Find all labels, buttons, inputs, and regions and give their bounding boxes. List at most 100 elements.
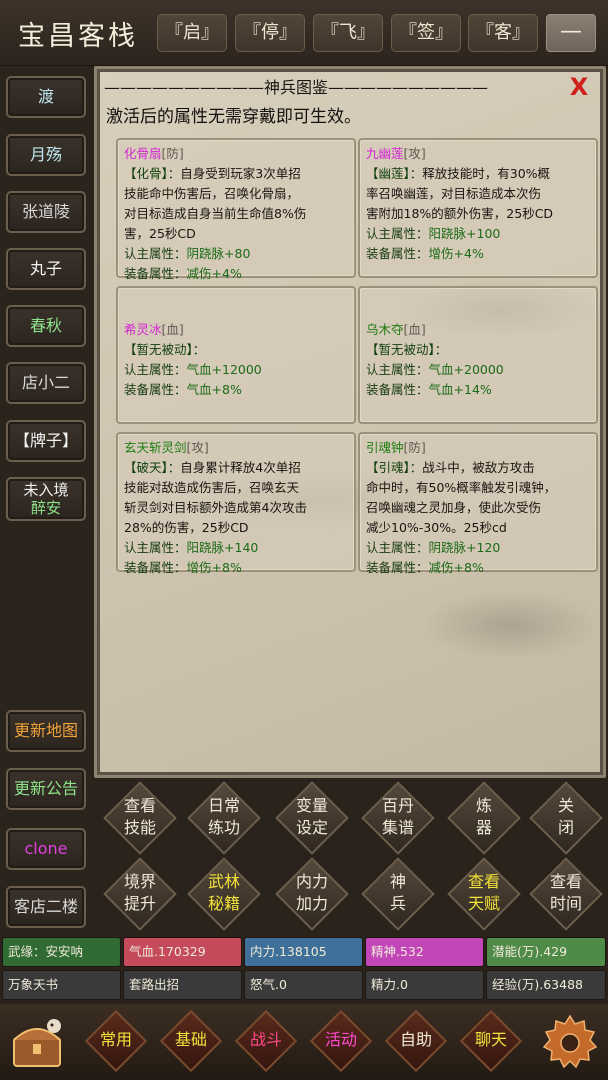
- attr-value: 阳跷脉+140: [186, 540, 259, 555]
- inner-power-stat: 内力.138105: [244, 937, 363, 967]
- nav-label: 聊天: [474, 1030, 507, 1049]
- spirit-stat: 精神.532: [365, 937, 484, 967]
- menu-label: 器: [475, 818, 492, 837]
- minimize-button[interactable]: —: [546, 14, 596, 52]
- attr-value: 增伤+8%: [186, 560, 242, 575]
- skill-desc: 28%的伤害，25秒CD: [124, 520, 249, 535]
- sidebar-item-yueshang[interactable]: 月殇: [6, 134, 86, 176]
- close-menu-button[interactable]: 关闭: [529, 781, 603, 855]
- menu-label: 技能: [123, 818, 156, 837]
- potential-stat: 潜能(万).429: [486, 937, 606, 967]
- update-notice-button[interactable]: 更新公告: [6, 768, 86, 810]
- forge-button[interactable]: 炼器: [447, 781, 521, 855]
- nav-chat-button[interactable]: 聊天: [459, 1009, 523, 1073]
- nav-battle-button[interactable]: 战斗: [234, 1009, 298, 1073]
- attr-label: 装备属性：: [366, 560, 429, 575]
- inn-second-floor-button[interactable]: 客店二楼: [6, 886, 86, 928]
- weapon-type: [防]: [161, 146, 184, 161]
- weapon-card[interactable]: 化骨扇[防] 【化骨】：自身受到玩家3次单招 技能命中伤害后，召唤化骨扇， 对目…: [116, 138, 356, 281]
- weapon-name: 化骨扇: [124, 146, 162, 161]
- gear-icon[interactable]: [538, 1010, 602, 1074]
- weapon-card[interactable]: 九幽莲[攻] 【幽莲】：释放技能时，有30%概 率召唤幽莲，对目标造成本次伤 害…: [358, 138, 598, 278]
- sidebar-item-zuian[interactable]: 未入境 醉安: [6, 477, 86, 521]
- sign-in-button[interactable]: 『签』: [391, 14, 461, 52]
- sidebar-item-dianxiaoer[interactable]: 店小二: [6, 362, 86, 404]
- attr-label: 认主属性：: [366, 226, 429, 241]
- view-skills-button[interactable]: 查看 技能: [103, 781, 177, 855]
- nav-basic-button[interactable]: 基础: [159, 1009, 223, 1073]
- weapon-card[interactable]: 希灵冰[血] 【暂无被动】： 认主属性：气血+12000 装备属性：气血+8%: [116, 286, 356, 424]
- skill-desc: 命中时，有50%概率触发引魂钟，: [366, 480, 557, 495]
- skill-desc: 斩灵剑对目标额外造成第4次攻击: [124, 500, 307, 515]
- sidebar-item-zhangdaoling[interactable]: 张道陵: [6, 191, 86, 233]
- close-icon[interactable]: X: [566, 74, 592, 100]
- menu-label: 天赋: [467, 894, 500, 913]
- stop-button[interactable]: 『停』: [235, 14, 305, 52]
- start-button[interactable]: 『启』: [157, 14, 227, 52]
- wanxiang-tianshu-button[interactable]: 万象天书: [2, 970, 121, 1000]
- weapon-type: [攻]: [186, 440, 209, 455]
- menu-label: 关: [557, 796, 574, 815]
- guest-button[interactable]: 『客』: [468, 14, 538, 52]
- skill-desc: 害，25秒CD: [124, 226, 196, 241]
- menu-label: 兵: [389, 894, 406, 913]
- sidebar-item-chunqiu[interactable]: 春秋: [6, 305, 86, 347]
- treasure-chest-icon[interactable]: [6, 1010, 68, 1074]
- attr-label: 认主属性：: [124, 362, 187, 377]
- menu-label: 内力: [295, 872, 328, 891]
- sidebar-item-du[interactable]: 渡: [6, 76, 86, 118]
- combo-attack-button[interactable]: 套路出招: [123, 970, 242, 1000]
- variable-settings-button[interactable]: 变量 设定: [275, 781, 349, 855]
- attr-label: 装备属性：: [366, 382, 429, 397]
- nav-self-service-button[interactable]: 自助: [384, 1009, 448, 1073]
- menu-label: 秘籍: [207, 894, 240, 913]
- inner-power-button[interactable]: 内力 加力: [275, 857, 349, 931]
- nav-common-button[interactable]: 常用: [84, 1009, 148, 1073]
- menu-label: 神: [389, 872, 406, 891]
- view-time-button[interactable]: 查看 时间: [529, 857, 603, 931]
- divine-weapon-button[interactable]: 神兵: [361, 857, 435, 931]
- clone-button[interactable]: clone: [6, 828, 86, 870]
- nav-label: 战斗: [249, 1030, 282, 1049]
- attr-label: 认主属性：: [124, 540, 187, 555]
- skill-desc: 自身累计释放4次单招: [180, 460, 301, 475]
- skill-desc: 战斗中，被敌方攻击: [422, 460, 535, 475]
- weapon-card[interactable]: 玄天斩灵剑[攻] 【破天】：自身累计释放4次单招 技能对敌造成伤害后，召唤玄天 …: [116, 432, 356, 575]
- fly-button[interactable]: 『飞』: [313, 14, 383, 52]
- nav-activity-button[interactable]: 活动: [309, 1009, 373, 1073]
- skill-title: 【暂无被动】：: [124, 342, 206, 357]
- daily-practice-button[interactable]: 日常 练功: [187, 781, 261, 855]
- skill-desc: 减少10%-30%。25秒cd: [366, 520, 507, 535]
- skill-desc: 率召唤幽莲，对目标造成本次伤: [366, 186, 542, 201]
- attr-value: 气血+12000: [186, 362, 262, 377]
- rage-stat: 怒气.0: [244, 970, 363, 1000]
- menu-label: 境界: [123, 872, 156, 891]
- attr-value: 气血+20000: [428, 362, 504, 377]
- nav-label: 活动: [324, 1030, 357, 1049]
- weapon-name: 玄天斩灵剑: [124, 440, 187, 455]
- sidebar-item-paizi[interactable]: 【牌子】: [6, 420, 86, 462]
- sidebar-item-wanzi[interactable]: 丸子: [6, 248, 86, 290]
- pill-recipes-button[interactable]: 百丹 集谱: [361, 781, 435, 855]
- menu-label: 提升: [123, 894, 156, 913]
- menu-label: 设定: [295, 818, 328, 837]
- nav-label: 常用: [99, 1030, 132, 1049]
- weapon-type: [血]: [403, 322, 426, 337]
- menu-label: 时间: [549, 894, 582, 913]
- menu-label: 查看: [549, 872, 582, 891]
- martial-manuals-button[interactable]: 武林 秘籍: [187, 857, 261, 931]
- realm-upgrade-button[interactable]: 境界 提升: [103, 857, 177, 931]
- weapon-name: 引魂钟: [366, 440, 404, 455]
- attr-label: 装备属性：: [124, 266, 187, 281]
- player-name: 醉安: [30, 499, 61, 517]
- attr-value: 阳跷脉+100: [428, 226, 501, 241]
- weapon-type: [攻]: [403, 146, 426, 161]
- skill-title: 【暂无被动】：: [366, 342, 448, 357]
- attr-value: 阴跷脉+120: [428, 540, 501, 555]
- update-map-button[interactable]: 更新地图: [6, 710, 86, 752]
- weapon-card[interactable]: 乌木夺[血] 【暂无被动】： 认主属性：气血+20000 装备属性：气血+14%: [358, 286, 598, 424]
- attr-value: 气血+14%: [428, 382, 492, 397]
- view-talent-button[interactable]: 查看 天赋: [447, 857, 521, 931]
- weapon-name: 九幽莲: [366, 146, 404, 161]
- weapon-card[interactable]: 引魂钟[防] 【引魂】：战斗中，被敌方攻击 命中时，有50%概率触发引魂钟， 召…: [358, 432, 598, 575]
